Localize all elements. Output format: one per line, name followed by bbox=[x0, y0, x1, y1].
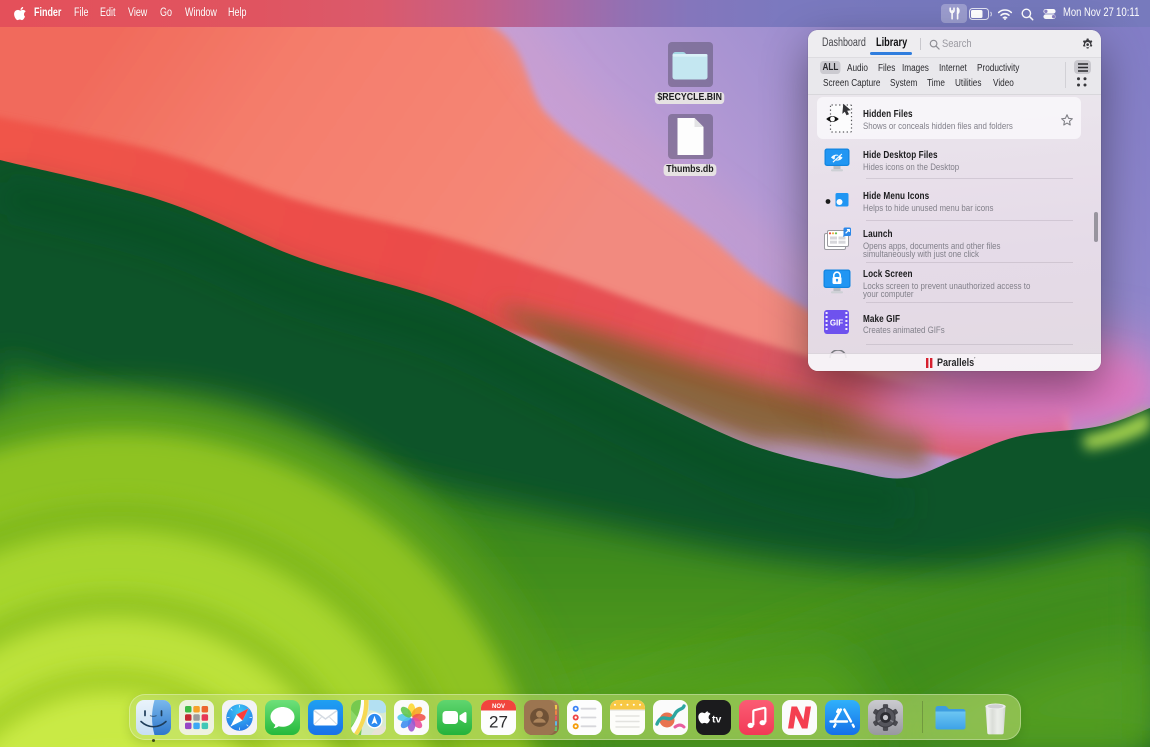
svg-text:GIF: GIF bbox=[830, 319, 843, 328]
svg-text:NOV: NOV bbox=[492, 704, 505, 710]
svg-text:tv: tv bbox=[712, 714, 721, 726]
svg-text:27: 27 bbox=[489, 713, 508, 732]
